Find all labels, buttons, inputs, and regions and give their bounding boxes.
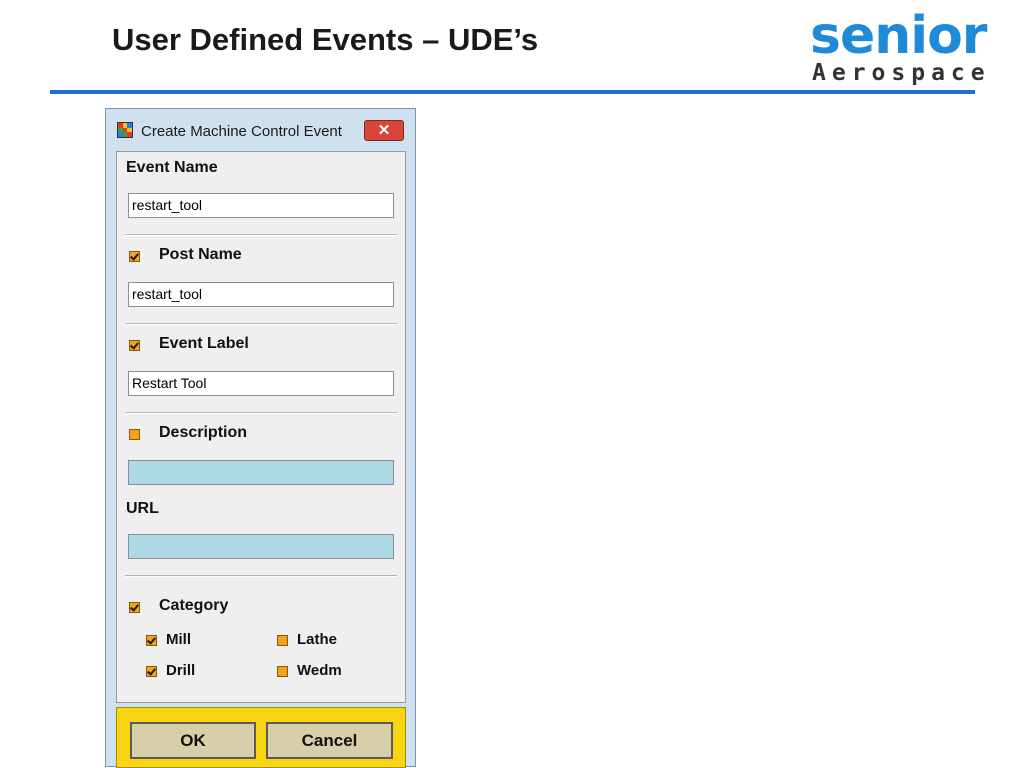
separator [125, 323, 397, 325]
separator [125, 412, 397, 414]
dialog-button-bar: OK Cancel [116, 707, 406, 768]
description-label: Description [159, 424, 248, 441]
event-label-label: Event Label [159, 335, 249, 352]
event-label-field[interactable]: Restart Tool [128, 371, 394, 396]
category-checkbox[interactable] [129, 602, 140, 613]
description-checkbox[interactable] [129, 429, 140, 440]
cancel-button[interactable]: Cancel [266, 722, 393, 759]
logo-word: senior [810, 6, 987, 66]
app-icon [117, 122, 133, 138]
url-field[interactable] [128, 534, 394, 559]
close-icon: ✕ [377, 122, 391, 139]
wedm-label: Wedm [297, 662, 342, 679]
event-name-field[interactable]: restart_tool [128, 193, 394, 218]
ok-button[interactable]: OK [130, 722, 256, 759]
lathe-checkbox[interactable] [277, 635, 288, 646]
mill-label: Mill [166, 631, 191, 648]
drill-checkbox[interactable] [146, 666, 157, 677]
dialog-body-panel: Event Name restart_tool Post Name restar… [116, 151, 406, 703]
post-name-checkbox[interactable] [129, 251, 140, 262]
event-name-label: Event Name [126, 159, 218, 176]
create-machine-control-event-dialog: Create Machine Control Event ✕ Event Nam… [105, 108, 416, 768]
post-name-field[interactable]: restart_tool [128, 282, 394, 307]
category-label: Category [159, 597, 229, 614]
separator [125, 234, 397, 236]
close-button[interactable]: ✕ [364, 120, 404, 141]
dialog-titlebar[interactable]: Create Machine Control Event ✕ [106, 109, 415, 149]
post-name-label: Post Name [159, 246, 242, 263]
wedm-checkbox[interactable] [277, 666, 288, 677]
drill-label: Drill [166, 662, 196, 679]
senior-aerospace-logo: senior Aerospace [806, 8, 996, 88]
title-underline [50, 90, 975, 94]
dialog-title: Create Machine Control Event [141, 123, 342, 140]
event-label-checkbox[interactable] [129, 340, 140, 351]
logo-subtitle: Aerospace [812, 60, 991, 86]
mill-checkbox[interactable] [146, 635, 157, 646]
url-label: URL [126, 500, 159, 517]
lathe-label: Lathe [297, 631, 338, 648]
slide-title: User Defined Events – UDE’s [112, 22, 539, 57]
separator [125, 575, 397, 577]
description-field[interactable] [128, 460, 394, 485]
